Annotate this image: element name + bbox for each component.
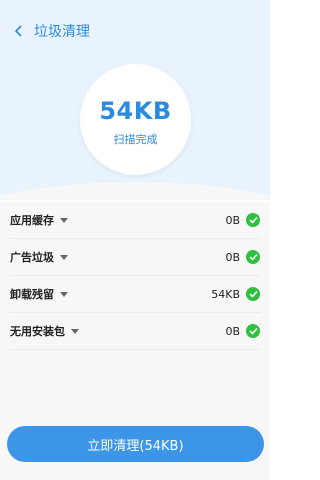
check-icon[interactable] (246, 250, 260, 264)
list-item-ad-junk[interactable]: 广告垃圾 0B (10, 239, 260, 276)
item-size: 0B (225, 213, 240, 227)
caret-down-icon[interactable] (60, 291, 68, 297)
item-size: 0B (225, 324, 240, 338)
back-button[interactable] (4, 18, 34, 44)
page-title: 垃圾清理 (34, 24, 90, 40)
scan-result-circle: 54KB 扫描完成 (80, 64, 191, 175)
check-icon[interactable] (246, 287, 260, 301)
panel-curve (0, 182, 270, 200)
list-item-useless-apk[interactable]: 无用安装包 0B (10, 313, 260, 350)
item-label: 无用安装包 (10, 325, 65, 338)
item-label: 广告垃圾 (10, 251, 54, 264)
item-size: 0B (225, 250, 240, 264)
list-item-app-cache[interactable]: 应用缓存 0B (10, 202, 260, 239)
list-item-uninstall-residue[interactable]: 卸载残留 54KB (10, 276, 260, 313)
caret-down-icon[interactable] (60, 254, 68, 260)
check-icon[interactable] (246, 324, 260, 338)
check-icon[interactable] (246, 213, 260, 227)
item-label: 应用缓存 (10, 214, 54, 227)
item-label: 卸载残留 (10, 288, 54, 301)
scan-size: 54KB (99, 96, 172, 125)
caret-down-icon[interactable] (60, 217, 68, 223)
scan-status: 扫描完成 (113, 132, 158, 146)
header-bar: 垃圾清理 (0, 18, 270, 44)
item-size: 54KB (211, 287, 240, 301)
caret-down-icon[interactable] (71, 328, 79, 334)
chevron-left-icon (14, 25, 22, 37)
clean-now-button[interactable]: 立即清理(54KB) (7, 426, 264, 462)
